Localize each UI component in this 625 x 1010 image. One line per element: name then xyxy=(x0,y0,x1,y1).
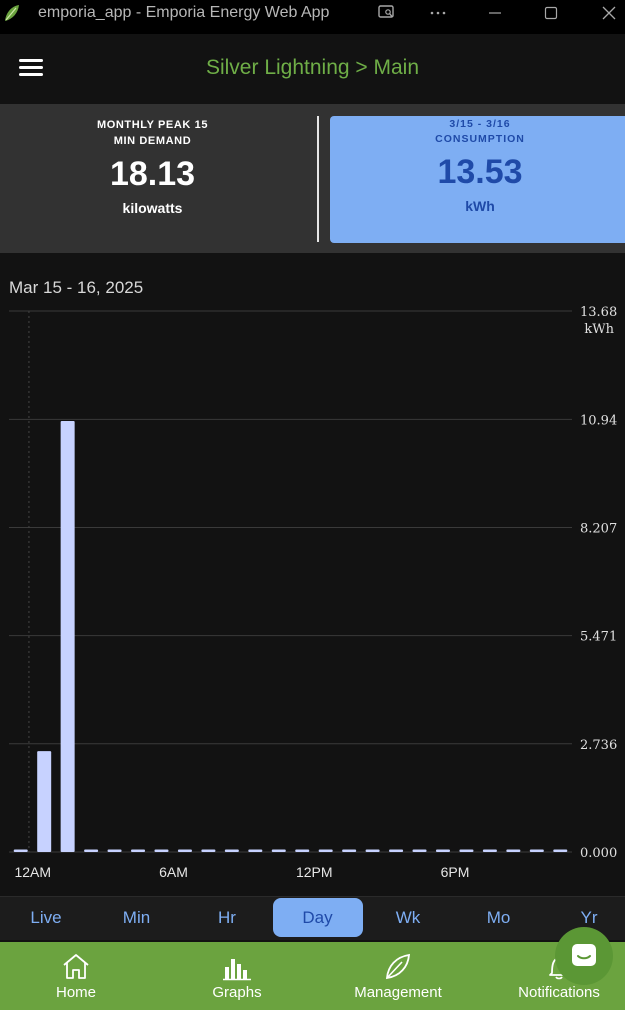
time-range-tabs: Live Min Hr Day Wk Mo Yr xyxy=(0,896,625,940)
stats-panel: MONTHLY PEAK 15 MIN DEMAND 18.13 kilowat… xyxy=(0,104,625,253)
consumption-value: 13.53 xyxy=(437,153,523,191)
bar-hour-4 xyxy=(107,849,122,852)
consumption-caption: CONSUMPTION xyxy=(435,133,525,145)
y-tick-label: 10.94 xyxy=(580,413,617,428)
app-header: Silver Lightning > Main xyxy=(0,34,625,104)
bar-hour-9 xyxy=(224,849,239,852)
bottom-navigation: Home Graphs Management Notifications xyxy=(0,942,625,1010)
bar-hour-22 xyxy=(529,849,544,852)
bar-hour-19 xyxy=(459,849,474,852)
y-tick-label: 8.207 xyxy=(580,521,617,536)
bar-hour-7 xyxy=(177,849,192,852)
chart-svg: 0.000 2.736 5.471 8.207 10.94 13.68 kWh 12AM 6AM… xyxy=(9,305,617,880)
bar-hour-18 xyxy=(435,849,450,852)
bar-hour-1 xyxy=(37,751,52,852)
window-title: emporia_app - Emporia Energy Web App xyxy=(38,4,330,21)
app-leaf-icon xyxy=(5,5,19,21)
range-tab-mo[interactable]: Mo xyxy=(454,898,544,937)
chart-date-label: Mar 15 - 16, 2025 xyxy=(9,278,144,297)
x-tick-label: 6AM xyxy=(159,864,188,880)
nav-label-home: Home xyxy=(55,984,96,1001)
peak-demand-caption-line2: MIN DEMAND xyxy=(113,135,192,147)
chat-bubble-icon xyxy=(572,944,596,966)
bar-hour-16 xyxy=(389,849,404,852)
home-icon xyxy=(63,954,89,979)
bar-hour-20 xyxy=(482,849,497,852)
bar-hour-0 xyxy=(13,849,28,852)
window-titlebar: emporia_app - Emporia Energy Web App xyxy=(0,0,625,34)
bar-hour-12 xyxy=(295,849,310,852)
range-tab-live[interactable]: Live xyxy=(1,898,91,937)
x-tick-label: 12PM xyxy=(296,864,333,880)
bar-chart-icon xyxy=(223,959,251,981)
y-tick-label: 0.000 xyxy=(580,846,617,861)
y-tick-label: 13.68 xyxy=(580,305,617,320)
bar-hour-13 xyxy=(318,849,333,852)
nav-item-management[interactable]: Management xyxy=(347,942,449,1010)
chat-support-button[interactable] xyxy=(555,927,613,985)
stats-divider xyxy=(317,116,319,242)
bar-hour-23 xyxy=(553,849,568,852)
range-tab-wk[interactable]: Wk xyxy=(363,898,453,937)
consumption-card[interactable]: 3/15 - 3/16 CONSUMPTION 13.53 kWh xyxy=(330,116,625,243)
x-tick-label: 12AM xyxy=(14,864,51,880)
nav-item-graphs[interactable]: Graphs xyxy=(197,942,277,1010)
peak-demand-caption-line1: MONTHLY PEAK 15 xyxy=(96,119,209,131)
leaf-icon xyxy=(386,953,410,980)
bar-hour-14 xyxy=(342,849,357,852)
y-axis-unit-label: kWh xyxy=(584,322,614,337)
bar-hour-10 xyxy=(248,849,263,852)
nav-label-management: Management xyxy=(354,984,442,1001)
consumption-date-range: 3/15 - 3/16 xyxy=(449,118,511,130)
bar-hour-17 xyxy=(412,849,427,852)
bar-hour-5 xyxy=(131,849,146,852)
x-tick-label: 6PM xyxy=(441,864,470,880)
nav-label-graphs: Graphs xyxy=(212,984,262,1001)
y-tick-label: 5.471 xyxy=(580,630,617,645)
more-icon[interactable] xyxy=(428,3,448,23)
cast-icon[interactable] xyxy=(376,3,396,23)
bar-hour-15 xyxy=(365,849,380,852)
range-tab-hr[interactable]: Hr xyxy=(182,898,272,937)
range-tab-min[interactable]: Min xyxy=(92,898,182,937)
nav-label-notifications: Notifications xyxy=(518,984,600,1001)
breadcrumb[interactable]: Silver Lightning > Main xyxy=(0,56,625,80)
range-tab-day[interactable]: Day xyxy=(272,898,363,937)
maximize-icon[interactable] xyxy=(541,3,561,23)
bar-hour-2 xyxy=(60,420,75,852)
bar-hour-3 xyxy=(84,849,99,852)
close-icon[interactable] xyxy=(599,3,619,23)
bar-hour-6 xyxy=(154,849,169,852)
nav-item-home[interactable]: Home xyxy=(36,942,116,1010)
minimize-icon[interactable] xyxy=(485,3,505,23)
peak-demand-card[interactable]: MONTHLY PEAK 15 MIN DEMAND 18.13 kilowat… xyxy=(0,104,305,253)
bar-hour-11 xyxy=(271,849,286,852)
usage-bar-chart[interactable]: 0.000 2.736 5.471 8.207 10.94 13.68 kWh 12AM 6AM… xyxy=(0,300,625,890)
y-tick-label: 2.736 xyxy=(580,738,617,753)
peak-demand-unit: kilowatts xyxy=(122,200,183,216)
bar-hour-21 xyxy=(506,849,521,852)
peak-demand-value: 18.13 xyxy=(109,155,196,193)
consumption-unit: kWh xyxy=(465,198,495,214)
bar-hour-8 xyxy=(201,849,216,852)
